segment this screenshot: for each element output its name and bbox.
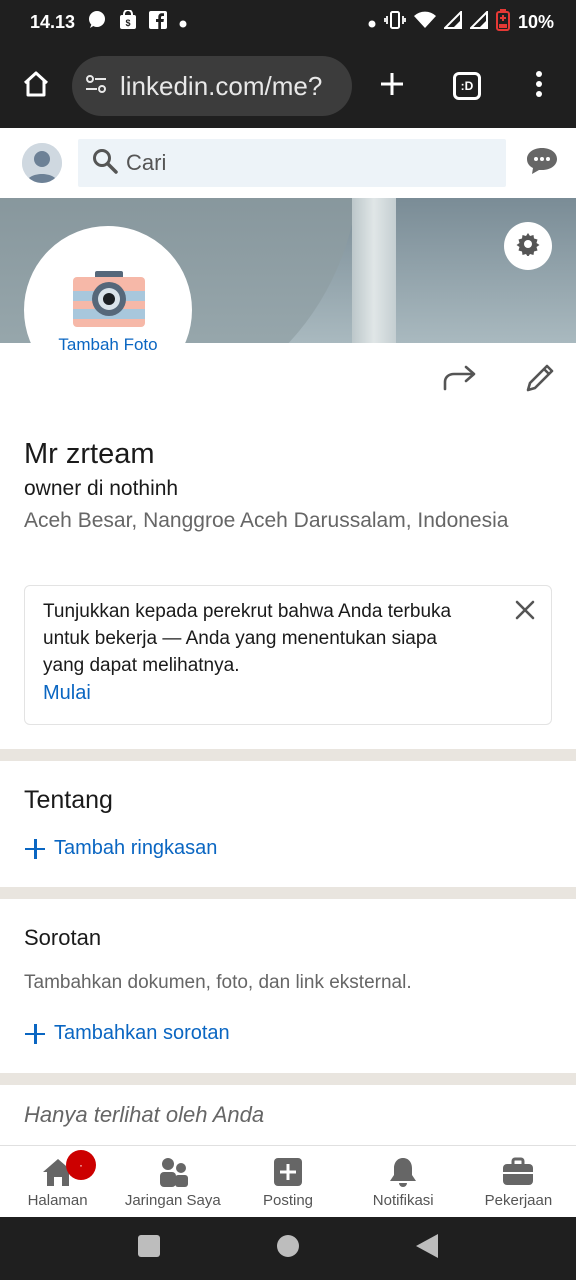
camera-icon	[71, 269, 147, 334]
system-navigation-bar	[0, 1217, 576, 1280]
close-button[interactable]	[513, 598, 537, 622]
browser-menu-button[interactable]	[502, 44, 576, 128]
gear-icon	[516, 232, 540, 261]
address-bar[interactable]: linkedin.com/me?	[72, 56, 352, 116]
nav-label: Posting	[262, 1192, 314, 1209]
home-icon	[21, 69, 51, 104]
pencil-icon	[524, 362, 556, 399]
add-featured-link[interactable]: Tambahkan sorotan	[24, 1022, 230, 1045]
get-started-link[interactable]: Mulai	[43, 682, 91, 705]
search-placeholder: Cari	[126, 150, 167, 175]
close-icon	[513, 600, 537, 626]
battery-percentage: 10%	[517, 11, 554, 32]
home-button[interactable]	[276, 1234, 300, 1263]
message-icon	[525, 146, 559, 181]
banner-decoration	[352, 198, 396, 343]
search-input[interactable]: Cari	[78, 139, 506, 187]
url-text[interactable]: linkedin.com/me?	[120, 71, 346, 102]
featured-title: Sorotan	[24, 925, 102, 950]
shopping-bag-icon: $	[119, 8, 137, 35]
new-tab-button[interactable]	[352, 44, 432, 128]
profile-location: Aceh Besar, Nanggroe Aceh Darussalam, In…	[24, 509, 509, 532]
notification-badge: ·	[66, 1150, 96, 1180]
avatar[interactable]	[22, 143, 62, 183]
about-title: Tentang	[24, 786, 113, 814]
nav-post[interactable]: Posting	[230, 1146, 345, 1217]
status-time: 14.13	[30, 11, 76, 32]
private-section-title: Hanya terlihat oleh Anda	[24, 1102, 265, 1127]
bell-icon	[387, 1156, 419, 1188]
nav-label: Notifikasi	[372, 1192, 434, 1209]
plus-icon	[379, 71, 405, 102]
tab-count: :D	[453, 72, 481, 100]
edit-profile-button[interactable]	[520, 360, 560, 400]
signal-icon	[442, 9, 462, 34]
whatsapp-icon	[87, 10, 107, 35]
app-frame: 14.13 $ 10% linkedin.com/me?:D Cari Tam…	[0, 0, 576, 1280]
recents-button[interactable]	[137, 1234, 161, 1263]
profile-actions	[440, 360, 560, 400]
add-summary-label: Tambah ringkasan	[54, 837, 218, 859]
featured-description: Tambahkan dokumen, foto, dan link ekster…	[24, 972, 412, 993]
vibrate-icon	[384, 10, 406, 35]
linkedin-header: Cari	[0, 128, 576, 198]
wifi-icon	[413, 11, 436, 34]
dot-icon	[179, 12, 187, 33]
add-photo-button[interactable]: Tambah Foto	[24, 226, 192, 394]
bottom-navigation: · Halaman Jaringan Saya Posting Notifika…	[0, 1145, 576, 1217]
status-bar: 14.13 $ 10%	[0, 0, 576, 44]
share-arrow-icon	[442, 364, 478, 397]
svg-text:$: $	[126, 18, 131, 28]
home-button[interactable]	[0, 44, 72, 128]
open-to-work-text: Tunjukkan kepada perekrut bahwa Anda ter…	[43, 601, 452, 676]
back-button[interactable]	[415, 1233, 439, 1264]
dot-icon	[368, 12, 376, 33]
section-divider	[0, 749, 576, 761]
settings-button[interactable]	[504, 222, 552, 270]
add-summary-link[interactable]: Tambah ringkasan	[24, 837, 217, 860]
section-divider	[0, 1073, 576, 1085]
plus-icon	[24, 1023, 46, 1045]
signal-icon	[468, 9, 488, 34]
browser-toolbar: linkedin.com/me? :D	[0, 44, 576, 128]
messaging-button[interactable]	[524, 145, 560, 181]
briefcase-icon	[502, 1156, 534, 1188]
nav-home[interactable]: · Halaman	[0, 1146, 115, 1217]
nav-label: Halaman	[27, 1192, 88, 1209]
section-divider	[0, 887, 576, 899]
search-icon	[92, 148, 118, 179]
profile-headline: owner di nothinh	[24, 477, 179, 500]
site-settings-icon[interactable]	[84, 72, 108, 101]
profile-name: Mr zrteam	[24, 438, 155, 470]
nav-label: Jaringan Saya	[124, 1192, 221, 1209]
facebook-icon	[149, 10, 168, 34]
nav-label: Pekerjaan	[484, 1192, 553, 1209]
open-to-work-card: Tunjukkan kepada perekrut bahwa Anda ter…	[24, 585, 552, 725]
network-icon	[157, 1156, 189, 1188]
share-button[interactable]	[440, 360, 480, 400]
add-photo-label: Tambah Foto	[58, 335, 158, 354]
nav-my-network[interactable]: Jaringan Saya	[115, 1146, 230, 1217]
battery-low-icon	[495, 8, 510, 36]
nav-notifications[interactable]: Notifikasi	[346, 1146, 461, 1217]
nav-jobs[interactable]: Pekerjaan	[461, 1146, 576, 1217]
post-icon	[272, 1156, 304, 1188]
add-featured-label: Tambahkan sorotan	[54, 1022, 230, 1044]
plus-icon	[24, 838, 46, 860]
tab-switcher-button[interactable]: :D	[432, 44, 502, 128]
more-vertical-icon	[535, 70, 543, 103]
